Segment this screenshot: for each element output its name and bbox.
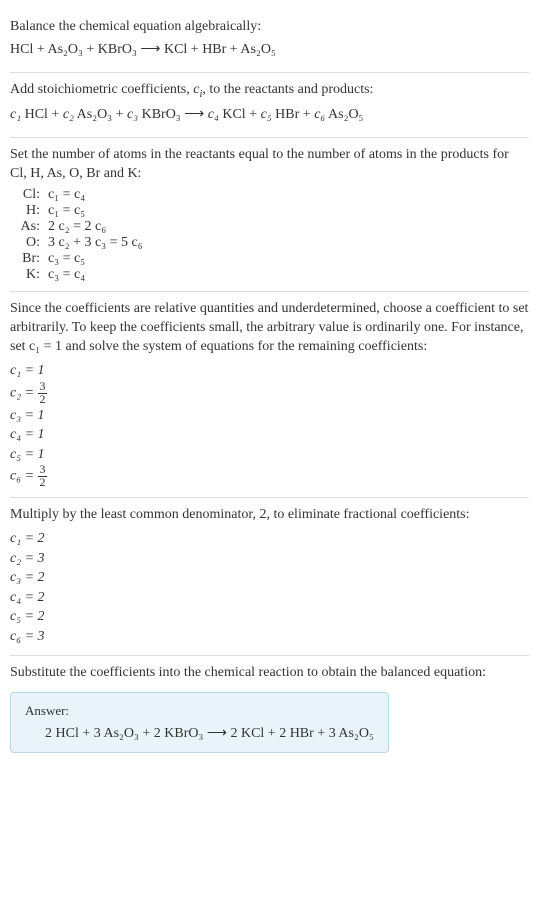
final-text: Substitute the coefficients into the che… <box>10 664 529 683</box>
term-r3: KBrO₃ ⟶ <box>138 107 208 122</box>
atoms-table: Cl: c₁ = c₄ H: c₁ = c₅ As: 2 c₂ = 2 c₆ O… <box>10 187 529 283</box>
answer-equation: 2 HCl + 3 As₂O₃ + 2 KBrO₃ ⟶ 2 KCl + 2 HB… <box>25 725 374 742</box>
atom-label: H: <box>10 203 48 219</box>
section-final: Substitute the coefficients into the che… <box>10 656 529 762</box>
coef-row: c₅ = 1 <box>10 445 529 465</box>
solve2-text: Multiply by the least common denominator… <box>10 506 529 525</box>
atom-row: As: 2 c₂ = 2 c₆ <box>10 219 529 235</box>
fraction: 32 <box>38 381 48 406</box>
coef-row: c₁ = 2 <box>10 529 529 549</box>
atom-eq: c₁ = c₅ <box>48 203 85 219</box>
coef-row: c₅ = 2 <box>10 607 529 627</box>
atom-eq: 3 c₂ + 3 c₃ = 5 c₆ <box>48 235 143 251</box>
stoich-pre: Add stoichiometric coefficients, <box>10 82 193 97</box>
atom-eq: c₁ = c₄ <box>48 187 85 203</box>
coef-c5: c₅ <box>261 107 272 122</box>
section-solve2: Multiply by the least common denominator… <box>10 498 529 655</box>
atom-row: Cl: c₁ = c₄ <box>10 187 529 203</box>
section-solve1: Since the coefficients are relative quan… <box>10 292 529 498</box>
coef-c3: c₃ <box>127 107 138 122</box>
atom-row: O: 3 c₂ + 3 c₃ = 5 c₆ <box>10 235 529 251</box>
atoms-intro: Set the number of atoms in the reactants… <box>10 146 529 184</box>
coef-c2: c₂ <box>63 107 74 122</box>
answer-label: Answer: <box>25 703 374 719</box>
frac-den: 2 <box>38 477 48 489</box>
term-r1: HCl + <box>21 107 63 122</box>
intro-text: Balance the chemical equation algebraica… <box>10 18 529 37</box>
intro-equation: HCl + As₂O₃ + KBrO₃ ⟶ KCl + HBr + As₂O₅ <box>10 41 529 60</box>
coef-row: c₂ = 3 <box>10 549 529 569</box>
coef-row: c₆ = 3 <box>10 627 529 647</box>
stoich-equation: c₁ HCl + c₂ As₂O₃ + c₃ KBrO₃ ⟶ c₄ KCl + … <box>10 106 529 125</box>
stoich-text: Add stoichiometric coefficients, ci, to … <box>10 81 529 102</box>
coef-row: c₃ = 2 <box>10 568 529 588</box>
atom-row: K: c₃ = c₄ <box>10 267 529 283</box>
atom-label: As: <box>10 219 48 235</box>
coef-row: c₄ = 2 <box>10 588 529 608</box>
atom-label: O: <box>10 235 48 251</box>
solve2-coefs: c₁ = 2 c₂ = 3 c₃ = 2 c₄ = 2 c₅ = 2 c₆ = … <box>10 529 529 647</box>
term-r2: As₂O₃ + <box>74 107 127 122</box>
coef-c6: c₆ <box>314 107 325 122</box>
coef-c4: c₄ <box>208 107 219 122</box>
coef-lhs: c₆ = <box>10 469 38 484</box>
term-r4: KCl + <box>219 107 261 122</box>
atom-label: K: <box>10 267 48 283</box>
atom-row: H: c₁ = c₅ <box>10 203 529 219</box>
frac-den: 2 <box>38 394 48 406</box>
term-r5: HBr + <box>272 107 315 122</box>
coef-row: c₄ = 1 <box>10 425 529 445</box>
solve1-coefs: c₁ = 1 c₂ = 32 c₃ = 1 c₄ = 1 c₅ = 1 c₆ =… <box>10 361 529 489</box>
atom-label: Cl: <box>10 187 48 203</box>
coef-row: c₃ = 1 <box>10 406 529 426</box>
coef-row: c₁ = 1 <box>10 361 529 381</box>
atom-row: Br: c₃ = c₅ <box>10 251 529 267</box>
section-atoms: Set the number of atoms in the reactants… <box>10 138 529 293</box>
term-r6: As₂O₅ <box>325 107 363 122</box>
section-stoich: Add stoichiometric coefficients, ci, to … <box>10 73 529 138</box>
section-intro: Balance the chemical equation algebraica… <box>10 10 529 73</box>
atom-eq: c₃ = c₅ <box>48 251 85 267</box>
atom-label: Br: <box>10 251 48 267</box>
coef-row: c₆ = 32 <box>10 464 529 489</box>
answer-box: Answer: 2 HCl + 3 As₂O₃ + 2 KBrO₃ ⟶ 2 KC… <box>10 692 389 753</box>
coef-row: c₂ = 32 <box>10 381 529 406</box>
coef-lhs: c₂ = <box>10 385 38 400</box>
atom-eq: c₃ = c₄ <box>48 267 85 283</box>
fraction: 32 <box>38 464 48 489</box>
coef-c1: c₁ <box>10 107 21 122</box>
atom-eq: 2 c₂ = 2 c₆ <box>48 219 106 235</box>
stoich-post: , to the reactants and products: <box>202 82 373 97</box>
solve1-text: Since the coefficients are relative quan… <box>10 300 529 357</box>
